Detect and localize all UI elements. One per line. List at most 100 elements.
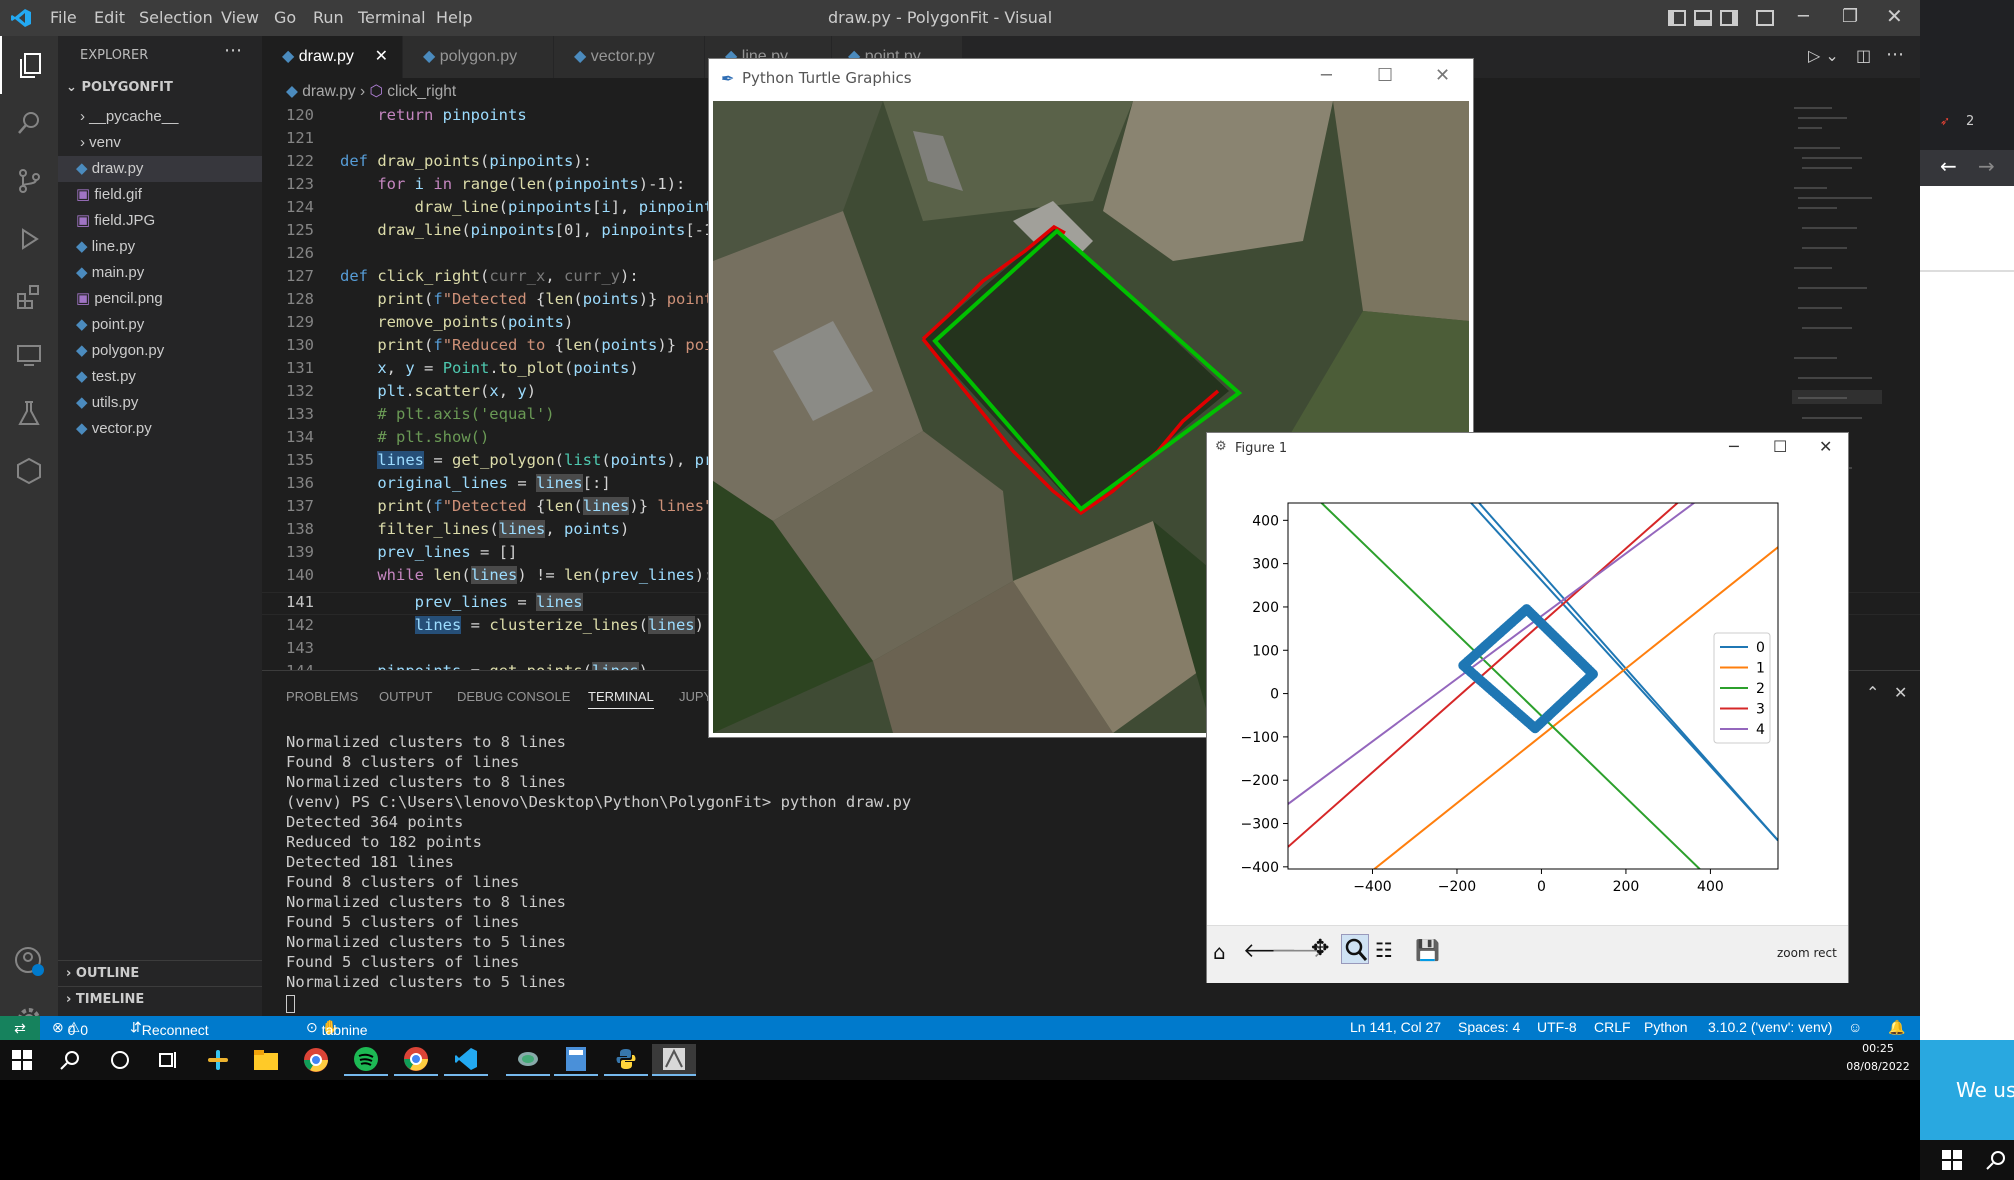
remote-indicator-icon[interactable]: ⇄: [0, 1016, 40, 1040]
run-file-icon[interactable]: ▷ ⌄: [1808, 46, 1839, 65]
split-editor-icon[interactable]: ◫: [1856, 46, 1871, 65]
spotify-icon[interactable]: [344, 1044, 388, 1076]
breadcrumb-symbol[interactable]: click_right: [387, 83, 456, 100]
matplotlib-taskbar-icon[interactable]: [652, 1044, 696, 1076]
python-taskbar-icon[interactable]: [604, 1044, 648, 1076]
slack-icon[interactable]: [196, 1044, 240, 1076]
customize-layout-icon[interactable]: [1756, 10, 1774, 26]
file-draw-py[interactable]: ◆ draw.py: [58, 156, 262, 182]
search-icon[interactable]: [1986, 1150, 2006, 1174]
indentation[interactable]: Spaces: 4: [1458, 1019, 1520, 1035]
feedback-icon[interactable]: ☺: [1848, 1019, 1862, 1035]
outline-section[interactable]: › OUTLINE: [58, 960, 262, 986]
menu-view[interactable]: View: [221, 0, 259, 36]
source-control-icon[interactable]: [0, 152, 58, 210]
tab-terminal[interactable]: TERMINAL: [588, 689, 654, 709]
toggle-panel-icon[interactable]: [1694, 10, 1712, 26]
problems-indicator[interactable]: ⊗ 0 ⚠ 0: [52, 1019, 88, 1038]
close-tab-icon[interactable]: ✕: [375, 36, 388, 78]
tab-draw-py[interactable]: ◆ draw.py ✕: [262, 36, 402, 78]
close-icon[interactable]: ✕: [1886, 4, 1903, 28]
accounts-icon[interactable]: [0, 932, 58, 990]
tab-debug-console[interactable]: DEBUG CONSOLE: [457, 689, 570, 704]
file-field-jpg[interactable]: ▣ field.JPG: [58, 208, 262, 234]
tab-polygon-py[interactable]: ◆ polygon.py: [403, 36, 553, 78]
python-interpreter[interactable]: 3.10.2 ('venv': venv): [1708, 1019, 1832, 1035]
menu-selection[interactable]: Selection: [139, 0, 213, 36]
search-icon[interactable]: [0, 94, 58, 152]
turtle-app-icon[interactable]: [506, 1044, 550, 1076]
file-main-py[interactable]: ◆ main.py: [58, 260, 262, 286]
more-actions-icon[interactable]: ⋯: [224, 40, 242, 61]
close-icon[interactable]: ✕: [1819, 437, 1832, 456]
zoom-icon[interactable]: [1341, 934, 1369, 964]
timeline-section[interactable]: › TIMELINE: [58, 986, 262, 1012]
file-polygon-py[interactable]: ◆ polygon.py: [58, 338, 262, 364]
file-line-py[interactable]: ◆ line.py: [58, 234, 262, 260]
eol[interactable]: CRLF: [1594, 1019, 1631, 1035]
folder-venv[interactable]: › venv: [58, 130, 262, 156]
terminal-cursor[interactable]: [286, 995, 295, 1013]
task-view-icon[interactable]: [146, 1044, 190, 1076]
tab-vector-py[interactable]: ◆ vector.py: [554, 36, 704, 78]
configure-subplots-icon[interactable]: ☷: [1375, 938, 1393, 962]
vscode-taskbar-icon[interactable]: [444, 1044, 488, 1076]
tab-problems[interactable]: PROBLEMS: [286, 689, 358, 704]
tabnine-status[interactable]: ⊙ tabnine starter ✋: [306, 1019, 368, 1054]
cursor-position[interactable]: Ln 141, Col 27: [1350, 1019, 1441, 1035]
clock-date[interactable]: 08/08/2022: [1838, 1060, 1918, 1073]
folder-pycache[interactable]: › __pycache__: [58, 104, 262, 130]
testing-icon[interactable]: [0, 384, 58, 442]
tab-output[interactable]: OUTPUT: [379, 689, 432, 704]
file-vector-py[interactable]: ◆ vector.py: [58, 416, 262, 442]
file-pencil-png[interactable]: ▣ pencil.png: [58, 286, 262, 312]
explorer-icon[interactable]: [0, 36, 58, 94]
maximize-panel-icon[interactable]: ⌃: [1866, 683, 1879, 702]
file-explorer-icon[interactable]: [244, 1044, 288, 1076]
restore-icon[interactable]: ❐: [1842, 6, 1858, 27]
search-icon[interactable]: [48, 1044, 92, 1076]
breadcrumb-file[interactable]: draw.py: [302, 83, 355, 100]
project-root[interactable]: ⌄ POLYGONFIT: [66, 80, 173, 95]
save-figure-icon[interactable]: 💾: [1415, 938, 1440, 962]
windows-start-icon[interactable]: [0, 1044, 44, 1076]
encoding[interactable]: UTF-8: [1537, 1019, 1577, 1035]
file-field-gif[interactable]: ▣ field.gif: [58, 182, 262, 208]
pan-icon[interactable]: ✥: [1311, 936, 1329, 961]
run-debug-icon[interactable]: [0, 210, 58, 268]
cortana-icon[interactable]: [98, 1044, 142, 1076]
notifications-bell-icon[interactable]: 🔔: [1888, 1019, 1905, 1036]
toggle-secondary-sidebar-icon[interactable]: [1720, 10, 1738, 26]
maximize-icon[interactable]: ☐: [1773, 437, 1787, 456]
jupyter-icon[interactable]: [0, 442, 58, 500]
close-icon[interactable]: ✕: [1435, 65, 1450, 86]
file-test-py[interactable]: ◆ test.py: [58, 364, 262, 390]
minimize-icon[interactable]: ─: [1729, 437, 1739, 456]
extensions-icon[interactable]: [0, 268, 58, 326]
menu-help[interactable]: Help: [436, 0, 472, 36]
chrome-icon[interactable]: [294, 1044, 338, 1076]
back-arrow-icon[interactable]: ←: [1940, 154, 1957, 178]
forward-arrow-icon[interactable]: →: [1978, 154, 1995, 178]
chrome-profile-icon[interactable]: [394, 1044, 438, 1076]
close-panel-icon[interactable]: ✕: [1894, 683, 1907, 702]
menu-file[interactable]: File: [50, 0, 77, 36]
menu-edit[interactable]: Edit: [94, 0, 125, 36]
home-icon[interactable]: ⌂: [1213, 940, 1226, 964]
more-actions-icon[interactable]: ⋯: [1886, 44, 1904, 65]
minimize-icon[interactable]: ─: [1321, 65, 1332, 86]
file-point-py[interactable]: ◆ point.py: [58, 312, 262, 338]
minimize-icon[interactable]: ─: [1798, 6, 1809, 27]
line-chart[interactable]: −400 −200 0 200 400 400 300 200 100 0 −100 −200 −300…: [1207, 465, 1848, 925]
language-mode[interactable]: Python: [1644, 1019, 1688, 1035]
remote-explorer-icon[interactable]: [0, 326, 58, 384]
windows-start-icon[interactable]: [1942, 1150, 1962, 1174]
menu-terminal[interactable]: Terminal: [358, 0, 426, 36]
menu-run[interactable]: Run: [313, 0, 344, 36]
clock-time[interactable]: 00:25: [1838, 1042, 1918, 1055]
calculator-icon[interactable]: [554, 1044, 598, 1076]
toggle-sidebar-icon[interactable]: [1668, 10, 1686, 26]
maximize-icon[interactable]: ☐: [1377, 65, 1393, 86]
file-utils-py[interactable]: ◆ utils.py: [58, 390, 262, 416]
menu-go[interactable]: Go: [274, 0, 296, 36]
